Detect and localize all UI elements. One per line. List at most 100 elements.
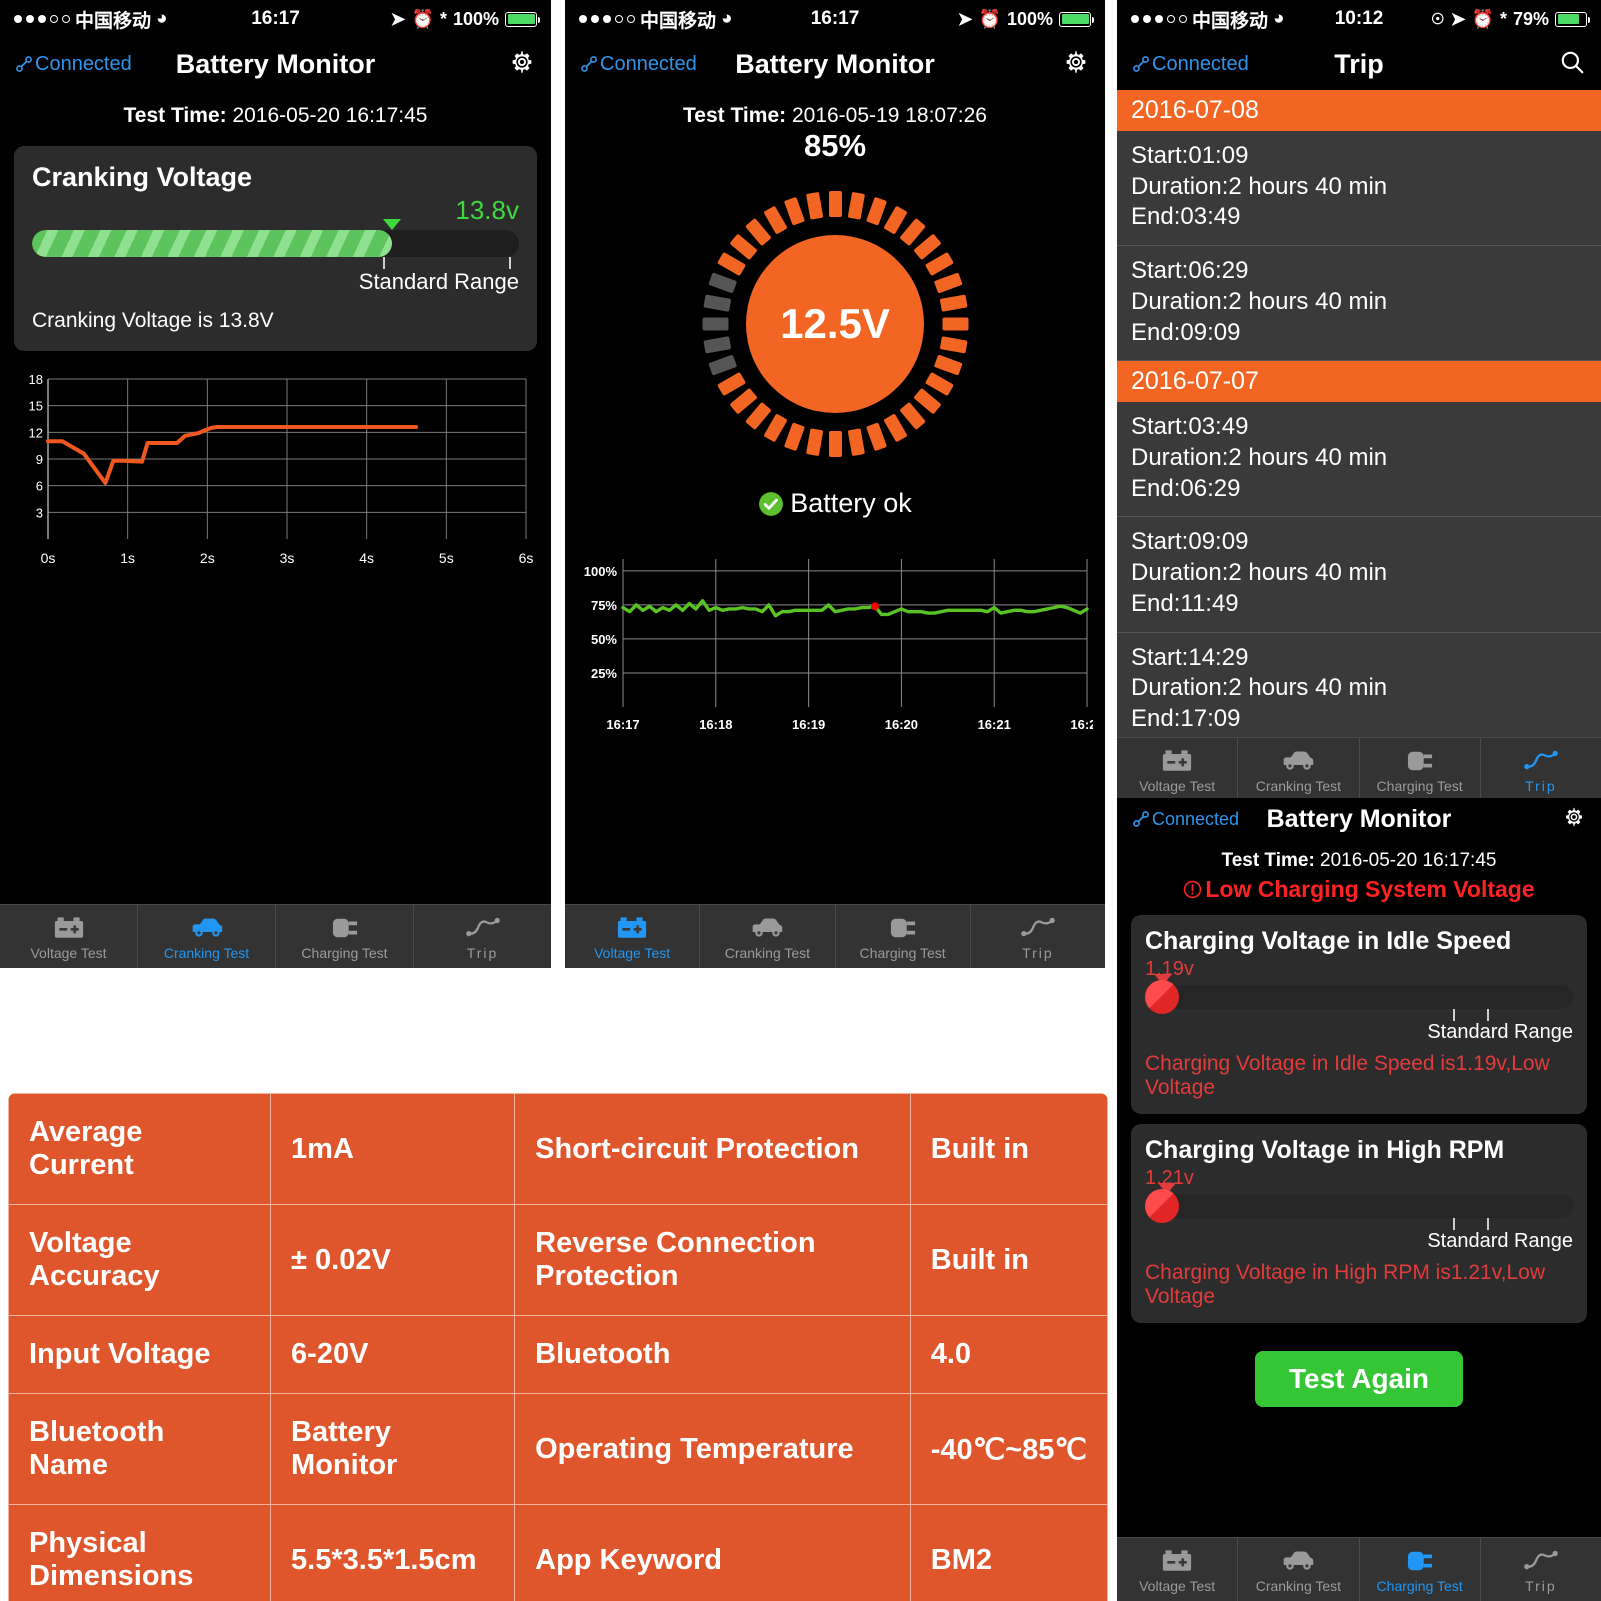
svg-text:3s: 3s	[280, 550, 295, 566]
settings-button[interactable]	[509, 49, 535, 80]
svg-text:16:21: 16:21	[978, 717, 1011, 732]
tab-trip[interactable]: Trip	[1481, 738, 1601, 801]
table-cell: Battery Monitor	[270, 1393, 516, 1505]
tab-bar: Voltage Test Cranking Test Charging Test…	[1117, 1537, 1601, 1601]
svg-text:75%: 75%	[591, 598, 617, 613]
table-cell: Average Current	[8, 1093, 272, 1205]
tab-label: Cranking Test	[1255, 777, 1342, 794]
tab-trip[interactable]: Trip	[971, 905, 1105, 968]
tab-voltage-test[interactable]: Voltage Test	[0, 905, 138, 968]
tab-charging-test[interactable]: Charging Test	[276, 905, 414, 968]
table-cell: Physical Dimensions	[8, 1504, 272, 1601]
trip-list[interactable]: 2016-07-08 Start:01:09 Duration:2 hours …	[1117, 90, 1601, 801]
trip-list-item[interactable]: Start:01:09 Duration:2 hours 40 min End:…	[1117, 131, 1601, 247]
nav-bar: Connected Battery Monitor	[0, 38, 551, 90]
tab-cranking-test[interactable]: Cranking Test	[138, 905, 276, 968]
test-again-button[interactable]: Test Again	[1254, 1351, 1463, 1407]
spec-table: Average Current 1mA Short-circuit Protecti…	[8, 1093, 1108, 1601]
trip-list-item[interactable]: Start:14:29 Duration:2 hours 40 min End:…	[1117, 632, 1601, 748]
alarm-icon: ⏰	[978, 8, 1001, 29]
gauge-segment	[828, 191, 842, 217]
tab-cranking-test[interactable]: Cranking Test	[700, 905, 836, 968]
search-icon	[1561, 51, 1584, 73]
trip-end: End:17:09	[1131, 705, 1241, 733]
tab-voltage-test[interactable]: Voltage Test	[1117, 738, 1239, 801]
gauge-segment	[744, 401, 772, 431]
gauge-value: 12.5V	[746, 235, 924, 413]
gear-icon	[1566, 807, 1582, 826]
trip-start: Start:06:29	[1131, 257, 1249, 285]
gauge-segment	[702, 317, 728, 331]
battery-icon	[1555, 11, 1590, 27]
trip-list-item[interactable]: Start:06:29 Duration:2 hours 40 min End:…	[1117, 246, 1601, 362]
plug-icon	[890, 918, 915, 937]
card-title: Charging Voltage in Idle Speed	[1145, 927, 1512, 955]
connection-status[interactable]: Connected	[1133, 53, 1249, 76]
trip-list-item[interactable]: Start:03:49 Duration:2 hours 40 min End:…	[1117, 402, 1601, 518]
tab-cranking-test[interactable]: Cranking Test	[1238, 1538, 1360, 1601]
cranking-voltage-chart: 3 6 9 12 15 18 0s 1s 2s 3s 4s 5s 6s	[14, 371, 537, 576]
car-icon	[750, 913, 784, 943]
battery-percent-label: 100%	[452, 8, 499, 29]
tab-charging-test[interactable]: Charging Test	[1360, 1538, 1481, 1601]
tab-voltage-test[interactable]: Voltage Test	[565, 905, 701, 968]
tab-label: Cranking Test	[724, 944, 811, 961]
settings-button[interactable]	[1563, 806, 1585, 833]
charging-highrpm-gauge: Standard Range	[1145, 1183, 1573, 1253]
tab-trip[interactable]: Trip	[1481, 1538, 1601, 1601]
check-circle-icon	[759, 491, 784, 516]
svg-text:16:20: 16:20	[885, 717, 918, 732]
do-not-disturb-icon: ☉	[1430, 11, 1445, 28]
card-title: Cranking Voltage	[32, 162, 253, 192]
gauge-ticks	[1145, 1218, 1573, 1232]
gauge-segment	[933, 272, 963, 294]
tab-label: Trip	[1525, 777, 1557, 794]
battery-level-chart: 25% 50% 75% 100% 16:17 16:18 16:19 16:20 16:21 16…	[577, 547, 1104, 747]
tab-label: Charging Test	[1376, 1577, 1463, 1594]
gauge-track	[32, 230, 519, 257]
gauge-segment	[847, 191, 865, 220]
bluetooth-icon: *	[439, 8, 447, 29]
status-bar-right: ➤ ⏰ * 100%	[390, 8, 540, 30]
svg-text:25%: 25%	[591, 666, 617, 681]
table-cell: Short-circuit Protection	[514, 1093, 911, 1205]
tab-trip[interactable]: Trip	[414, 905, 551, 968]
connection-status[interactable]: Connected	[16, 53, 132, 76]
wave-icon	[465, 913, 500, 943]
table-cell: Reverse Connection Protection	[514, 1204, 911, 1316]
gear-icon	[512, 50, 532, 73]
charging-idle-note: Charging Voltage in Idle Speed is1.19v,L…	[1145, 1052, 1550, 1099]
gauge-segment	[762, 413, 788, 443]
table-cell: 1mA	[270, 1093, 516, 1205]
search-button[interactable]	[1559, 49, 1585, 80]
trip-list-item[interactable]: Start:09:09 Duration:2 hours 40 min End:…	[1117, 517, 1601, 633]
battery-status-row: Battery ok	[565, 488, 1105, 519]
plug-icon	[1407, 1551, 1432, 1570]
table-cell: Built in	[909, 1093, 1108, 1205]
alarm-icon: ⏰	[411, 8, 434, 29]
trip-end: End:11:49	[1131, 589, 1239, 617]
car-icon	[1281, 746, 1315, 776]
svg-text:2s: 2s	[200, 550, 215, 566]
settings-button[interactable]	[1063, 49, 1089, 80]
tab-cranking-test[interactable]: Cranking Test	[1238, 738, 1360, 801]
panel-charging-test: Connected Battery Monitor Test Time: 201…	[1117, 798, 1601, 1601]
connection-status[interactable]: Connected	[581, 53, 697, 76]
location-arrow-icon: ➤	[390, 8, 406, 29]
cranking-voltage-gauge: Standard Range	[32, 219, 519, 295]
charging-highrpm-note: Charging Voltage in High RPM is1.21v,Low…	[1145, 1261, 1545, 1308]
gauge-segment	[716, 371, 746, 397]
charging-highrpm-card: Charging Voltage in High RPM 1.21v Stand…	[1131, 1124, 1587, 1323]
tab-label: Voltage Test	[1139, 1577, 1216, 1594]
tab-charging-test[interactable]: Charging Test	[836, 905, 971, 968]
connection-status-label: Connected	[600, 52, 697, 75]
svg-text:15: 15	[29, 399, 43, 414]
trip-end: End:09:09	[1131, 318, 1241, 346]
gauge-segment	[847, 428, 865, 457]
svg-text:16:17: 16:17	[606, 717, 639, 732]
battery-icon	[618, 916, 647, 938]
connection-status[interactable]: Connected	[1133, 809, 1239, 830]
tab-voltage-test[interactable]: Voltage Test	[1117, 1538, 1239, 1601]
voltage-gauge: 12.5V	[685, 174, 985, 474]
tab-charging-test[interactable]: Charging Test	[1360, 738, 1481, 801]
